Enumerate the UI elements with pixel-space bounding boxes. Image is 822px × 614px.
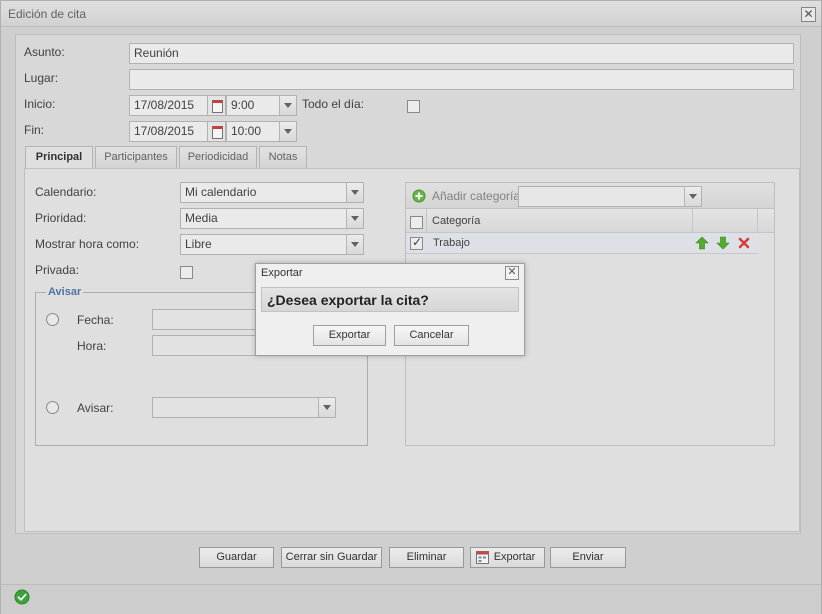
dialog-message: ¿Desea exportar la cita? xyxy=(261,287,519,312)
close-icon: ✕ xyxy=(507,266,517,278)
dialog-title: Exportar xyxy=(261,267,303,279)
export-dialog: Exportar ✕ ¿Desea exportar la cita? Expo… xyxy=(255,263,525,356)
dialog-close-button[interactable]: ✕ xyxy=(505,266,519,280)
confirm-export-button[interactable]: Exportar xyxy=(313,325,386,346)
cancel-button[interactable]: Cancelar xyxy=(394,325,469,346)
